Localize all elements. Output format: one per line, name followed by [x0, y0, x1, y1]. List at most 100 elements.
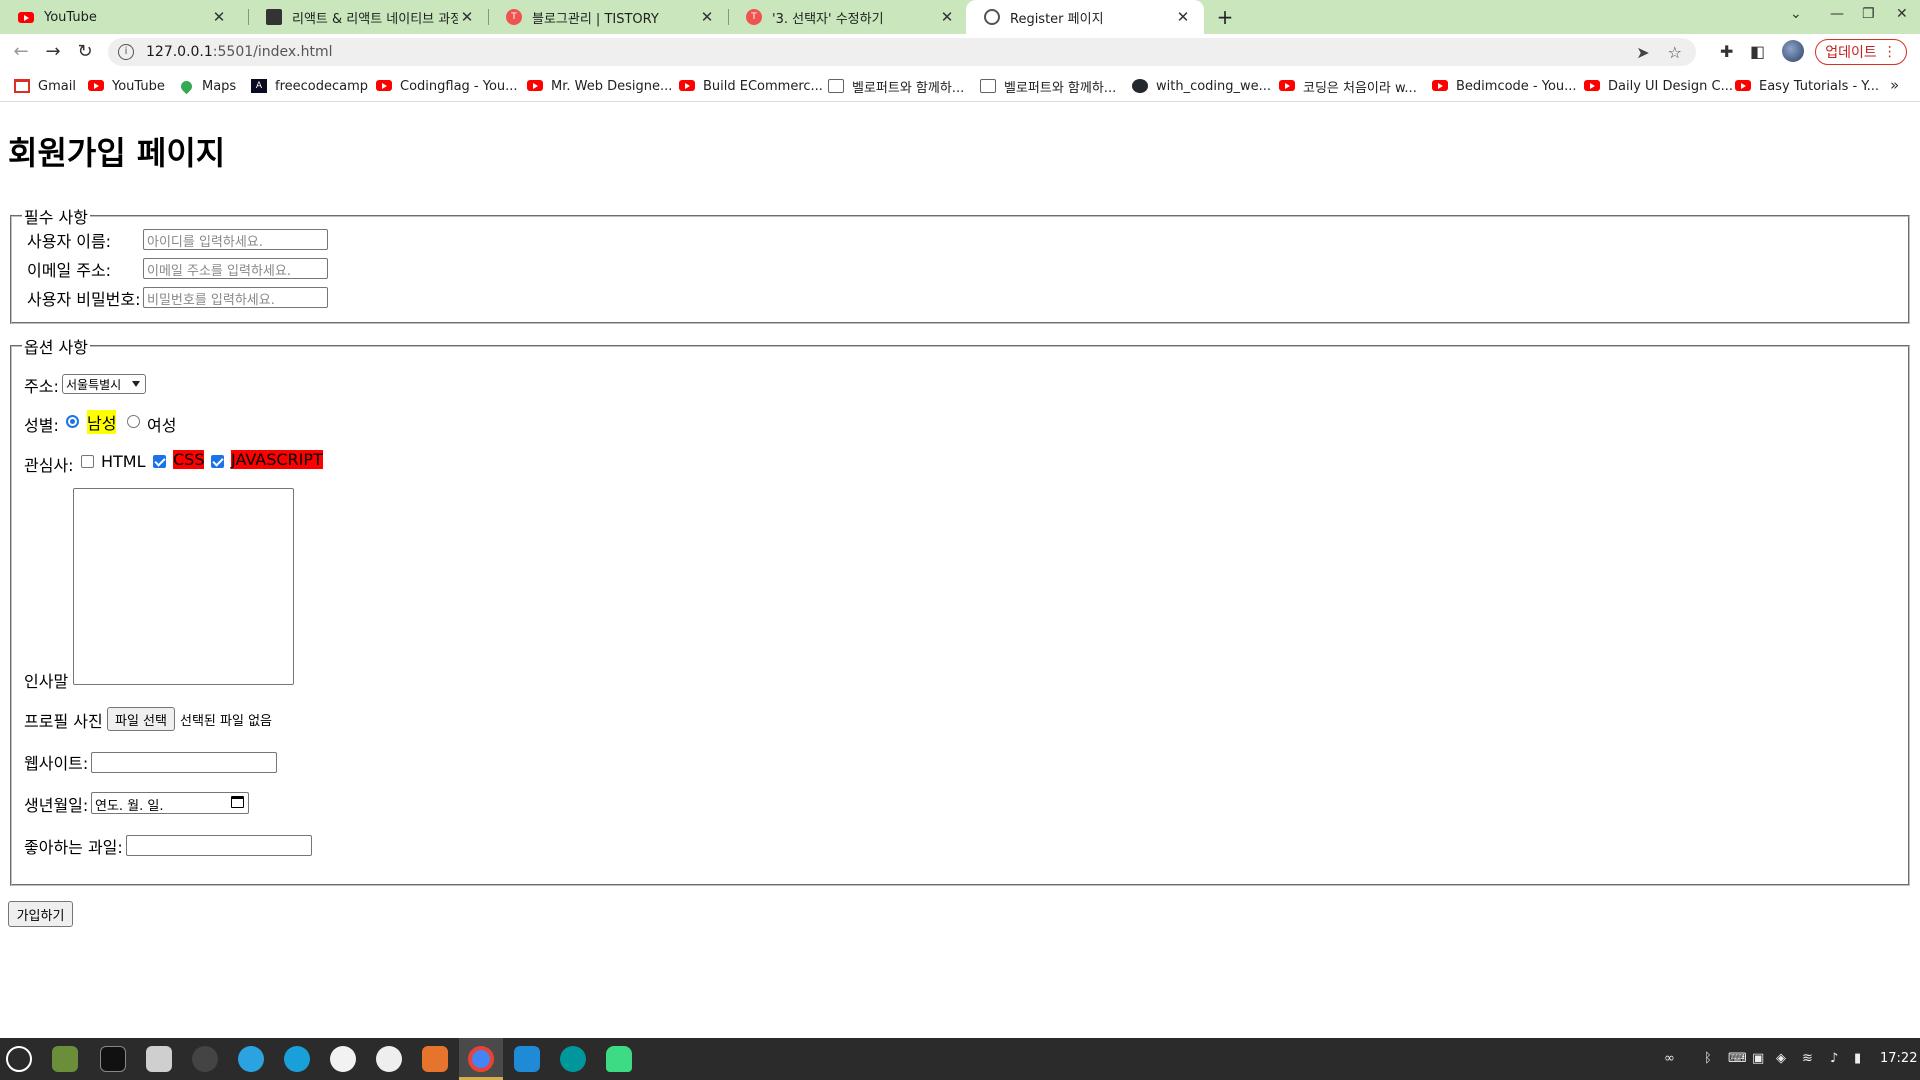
keyboard-icon[interactable]: ⌨ — [1728, 1051, 1747, 1066]
birthday-input[interactable]: 연도. 월. 일. — [91, 792, 249, 814]
more-menu-icon: ⋮ — [1882, 44, 1897, 60]
vscode-icon[interactable] — [514, 1046, 540, 1072]
bookmark-item[interactable]: Mr. Web Designe... — [527, 77, 672, 95]
telegram-icon[interactable] — [238, 1046, 264, 1072]
bookmark-item[interactable]: Afreecodecamp — [251, 77, 368, 95]
file-select-button[interactable]: 파일 선택 — [107, 707, 175, 731]
password-input[interactable]: 비밀번호를 입력하세요. — [143, 287, 328, 308]
birthday-label: 생년월일: — [24, 796, 89, 815]
close-window-icon[interactable]: ✕ — [1896, 6, 1908, 22]
desktop-icon[interactable] — [52, 1046, 78, 1072]
bookmark-item[interactable]: 벨로퍼트와 함께하... — [980, 77, 1116, 96]
volume-icon[interactable]: ♪ — [1830, 1051, 1838, 1066]
tab-tistory-admin[interactable]: T 블로그관리 | TISTORY ✕ — [488, 0, 728, 34]
writer-icon[interactable] — [330, 1046, 356, 1072]
close-icon[interactable]: ✕ — [938, 8, 956, 26]
tab-register[interactable]: Register 페이지 ✕ — [966, 0, 1204, 34]
forward-button[interactable]: → — [41, 40, 65, 64]
battery-icon[interactable]: ▮ — [1854, 1051, 1861, 1066]
calendar-icon[interactable] — [231, 796, 244, 808]
globe-icon — [984, 9, 1000, 25]
close-icon[interactable]: ✕ — [1174, 8, 1192, 26]
shield-icon[interactable]: ◈ — [1776, 1051, 1786, 1066]
gender-female-radio[interactable] — [127, 415, 140, 428]
android-icon[interactable] — [606, 1046, 632, 1072]
wifi-icon[interactable]: ≋ — [1802, 1051, 1813, 1066]
interest-javascript-checkbox[interactable] — [211, 455, 224, 468]
file-status-text: 선택된 파일 없음 — [180, 714, 272, 729]
firefox-icon[interactable] — [422, 1046, 448, 1072]
close-icon[interactable]: ✕ — [698, 8, 716, 26]
chrome-icon[interactable] — [468, 1046, 494, 1072]
restore-icon[interactable]: ❐ — [1862, 6, 1875, 22]
bookmark-item[interactable]: Build ECommerc... — [679, 77, 823, 95]
avatar[interactable] — [1782, 40, 1804, 62]
terminal-icon[interactable] — [100, 1046, 126, 1072]
bookmark-item[interactable]: 벨로퍼트와 함께하... — [828, 77, 964, 96]
bookmark-star-icon[interactable]: ☆ — [1668, 43, 1682, 62]
page-title: 회원가입 페이지 — [8, 134, 226, 172]
gender-male-radio[interactable] — [66, 415, 79, 428]
taskbar: ∞ ᛒ ⌨ ▣ ◈ ≋ ♪ ▮ 17:22 — [0, 1038, 1920, 1080]
email-input[interactable]: 이메일 주소를 입력하세요. — [143, 258, 328, 279]
clipboard-icon[interactable]: ▣ — [1752, 1051, 1764, 1066]
bookmark-item[interactable]: Bedimcode - You... — [1432, 77, 1577, 95]
youtube-icon — [18, 9, 34, 25]
mint-menu-icon[interactable] — [6, 1046, 32, 1072]
side-panel-icon[interactable]: ◧ — [1750, 42, 1765, 61]
mongodb-icon[interactable] — [376, 1046, 402, 1072]
bookmark-item[interactable]: YouTube — [88, 77, 165, 95]
bookmark-item[interactable]: Maps — [178, 77, 236, 95]
address-label: 주소: — [24, 377, 59, 396]
bookmark-item[interactable]: 코딩은 처음이라 w... — [1279, 77, 1417, 96]
maps-icon — [178, 78, 195, 94]
clock[interactable]: 17:22 — [1880, 1051, 1917, 1066]
close-icon[interactable]: ✕ — [210, 8, 228, 26]
minimize-icon[interactable]: — — [1830, 6, 1844, 22]
fruit-label: 좋아하는 과일: — [24, 838, 123, 857]
interest-css-checkbox[interactable] — [153, 455, 166, 468]
submit-button[interactable]: 가입하기 — [8, 901, 73, 927]
bookmarks-bar: Gmail YouTube Maps Afreecodecamp Codingf… — [0, 70, 1920, 102]
username-input[interactable]: 아이디를 입력하세요. — [143, 229, 328, 250]
fruit-input[interactable] — [126, 835, 312, 856]
extensions-icon[interactable]: ✚ — [1720, 42, 1733, 61]
tab-title: YouTube — [44, 9, 97, 25]
update-button[interactable]: 업데이트 ⋮ — [1815, 39, 1907, 65]
bookmark-item[interactable]: Codingflag - You... — [376, 77, 518, 95]
greeting-label: 인사말 — [24, 672, 69, 691]
arduino-icon[interactable] — [560, 1046, 586, 1072]
bookmark-item[interactable]: with_coding_we... — [1132, 77, 1271, 95]
bookmark-item[interactable]: Gmail — [14, 77, 76, 95]
tab-youtube[interactable]: YouTube ✕ — [0, 0, 240, 34]
files-icon[interactable] — [146, 1046, 172, 1072]
address-select[interactable]: 서울특별시 — [62, 374, 146, 394]
site-info-icon[interactable]: i — [118, 44, 134, 60]
tab-title: Register 페이지 — [1010, 11, 1104, 27]
tab-search-icon[interactable]: ⌄ — [1790, 6, 1802, 22]
reload-button[interactable]: ↻ — [73, 40, 97, 64]
tab-title: 블로그관리 | TISTORY — [532, 11, 659, 27]
address-bar[interactable]: i 127.0.0.1:5501/index.html ➤ ☆ — [108, 38, 1696, 66]
tab-tistory-edit[interactable]: T '3. 선택자' 수정하기 ✕ — [728, 0, 968, 34]
tistory-icon: T — [506, 9, 522, 25]
website-input[interactable] — [91, 752, 277, 773]
interest-css-label: CSS — [173, 450, 205, 469]
infinity-icon[interactable]: ∞ — [1664, 1051, 1675, 1066]
back-button[interactable]: ← — [9, 40, 33, 64]
interest-html-label: HTML — [101, 452, 146, 471]
interest-html-checkbox[interactable] — [81, 455, 94, 468]
bluetooth-icon[interactable]: ᛒ — [1704, 1051, 1712, 1066]
greeting-textarea[interactable] — [73, 488, 294, 685]
send-icon[interactable]: ➤ — [1636, 43, 1649, 62]
obs-icon[interactable] — [192, 1046, 218, 1072]
edge-icon[interactable] — [284, 1046, 310, 1072]
email-label: 이메일 주소: — [27, 261, 112, 280]
tab-react-course[interactable]: 리액트 & 리액트 네이티브 과정 ✕ — [248, 0, 488, 34]
close-icon[interactable]: ✕ — [458, 8, 476, 26]
new-tab-button[interactable]: + — [1214, 6, 1236, 28]
bookmark-item[interactable]: Easy Tutorials - Y... — [1735, 77, 1879, 95]
more-bookmarks-icon[interactable]: » — [1890, 76, 1899, 94]
bookmark-item[interactable]: Daily UI Design C... — [1584, 77, 1733, 95]
youtube-icon — [1432, 79, 1448, 93]
